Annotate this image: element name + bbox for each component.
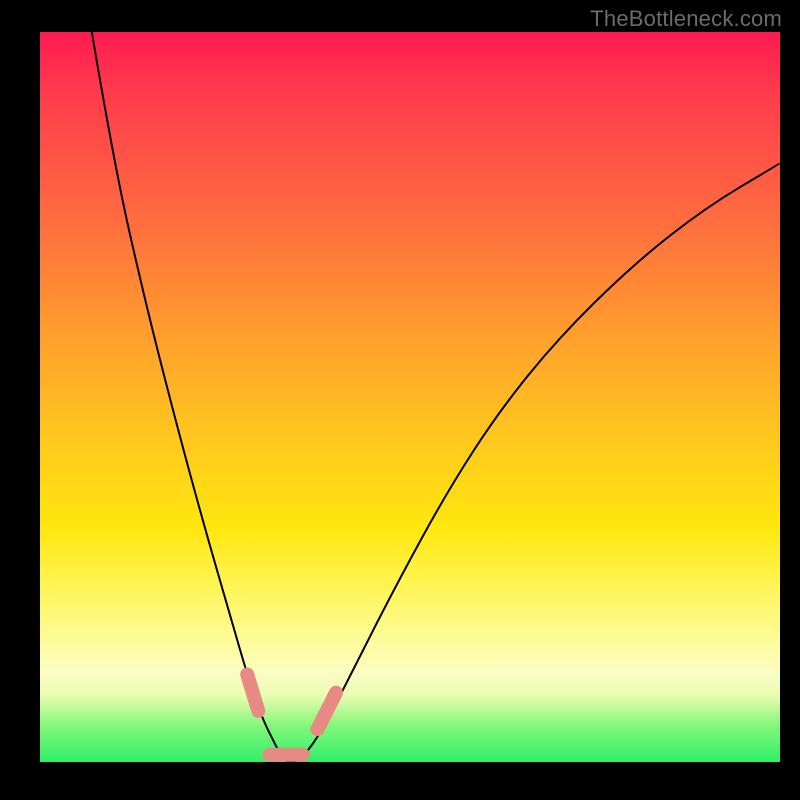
- left-descent-marker: [247, 674, 258, 711]
- chart-frame: TheBottleneck.com: [0, 0, 800, 800]
- bottleneck-curve: [92, 32, 780, 762]
- right-ascent-marker: [318, 693, 337, 730]
- bottleneck-curve-svg: [40, 32, 780, 762]
- curve-markers: [247, 674, 336, 754]
- plot-area: [40, 32, 780, 762]
- watermark-text: TheBottleneck.com: [590, 6, 782, 32]
